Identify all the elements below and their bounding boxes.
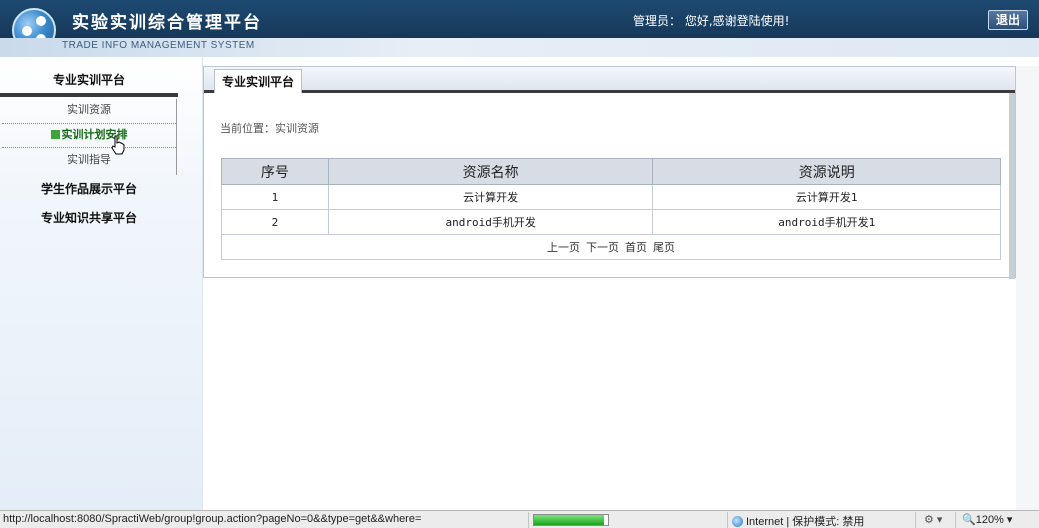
first-page-link[interactable]: 首页 xyxy=(625,241,647,254)
last-page-link[interactable]: 尾页 xyxy=(653,241,675,254)
status-separator xyxy=(915,512,916,528)
sidebar-section-student-works[interactable]: 学生作品展示平台 xyxy=(0,180,178,197)
security-zone[interactable]: Internet | 保护模式: 禁用 xyxy=(732,513,864,528)
prev-page-link[interactable]: 上一页 xyxy=(547,241,580,254)
arrow-icon xyxy=(50,130,60,139)
breadcrumb: 当前位置：实训资源 xyxy=(220,122,319,135)
status-url: http://localhost:8080/SpractiWeb/group!g… xyxy=(3,513,422,525)
status-separator xyxy=(528,512,529,528)
cell-description: android手机开发1 xyxy=(652,209,1001,235)
zone-label: Internet | 保护模式: 禁用 xyxy=(746,516,865,528)
sidebar-section-practice[interactable]: 专业实训平台 xyxy=(0,71,178,88)
right-scroll-strip xyxy=(1016,66,1039,510)
resource-table: 序号 资源名称 资源说明 1 云计算开发 云计算开发1 2 android手机开… xyxy=(221,158,1001,260)
pager: 上一页 下一页 首页 尾页 xyxy=(221,234,1001,260)
sidebar-item-plan[interactable]: 实训计划安排 xyxy=(0,124,178,146)
cell-name: android手机开发 xyxy=(327,209,654,235)
zoom-level[interactable]: 🔍120% ▾ xyxy=(962,513,1012,526)
column-header-description: 资源说明 xyxy=(652,158,1001,185)
submenu-separator xyxy=(2,147,176,148)
welcome-text: 管理员： 您好,感谢登陆使用! xyxy=(633,14,790,28)
tab-practice-platform[interactable]: 专业实训平台 xyxy=(214,69,302,93)
sidebar-item-guidance[interactable]: 实训指导 xyxy=(0,149,178,171)
sidebar-divider xyxy=(0,93,178,97)
next-page-link[interactable]: 下一页 xyxy=(586,241,619,254)
pager-row: 上一页 下一页 首页 尾页 xyxy=(221,234,1001,260)
sidebar: 专业实训平台 实训资源 实训计划安排 实训指导 学生作品展示平台 专业知识共享平… xyxy=(0,57,203,510)
zoom-value: 120% xyxy=(975,514,1004,526)
cell-index: 1 xyxy=(221,184,329,210)
status-separator xyxy=(727,512,728,528)
table-row: 2 android手机开发 android手机开发1 xyxy=(221,209,1001,235)
column-header-index: 序号 xyxy=(221,158,329,185)
app-subtitle: TRADE INFO MANAGEMENT SYSTEM xyxy=(62,40,255,51)
sidebar-section-knowledge-share[interactable]: 专业知识共享平台 xyxy=(0,209,178,226)
app-title: 实验实训综合管理平台 xyxy=(72,13,262,33)
progress-fill xyxy=(534,515,605,525)
sidebar-item-resources[interactable]: 实训资源 xyxy=(0,99,178,121)
cell-name: 云计算开发 xyxy=(327,184,654,210)
globe-icon xyxy=(732,516,743,527)
loading-progress-bar xyxy=(533,514,609,526)
panel-scrollbar[interactable] xyxy=(1009,93,1015,279)
cell-index: 2 xyxy=(221,209,329,235)
content-panel: 专业实训平台 当前位置：实训资源 序号 资源名称 资源说明 1 云计算开发 云计… xyxy=(203,66,1016,279)
tab-bar: 专业实训平台 xyxy=(204,67,1015,93)
browser-status-bar: http://localhost:8080/SpractiWeb/group!g… xyxy=(0,510,1039,528)
logout-button[interactable]: 退出 xyxy=(988,10,1028,30)
status-separator xyxy=(955,512,956,528)
hand-cursor-icon xyxy=(111,135,125,155)
protected-mode-icon[interactable]: ⚙ ▾ xyxy=(924,513,942,526)
cell-description: 云计算开发1 xyxy=(652,184,1001,210)
table-header-row: 序号 资源名称 资源说明 xyxy=(221,158,1001,185)
app-header: 实验实训综合管理平台 TRADE INFO MANAGEMENT SYSTEM … xyxy=(0,0,1039,57)
table-row: 1 云计算开发 云计算开发1 xyxy=(221,184,1001,210)
column-header-name: 资源名称 xyxy=(327,158,654,185)
